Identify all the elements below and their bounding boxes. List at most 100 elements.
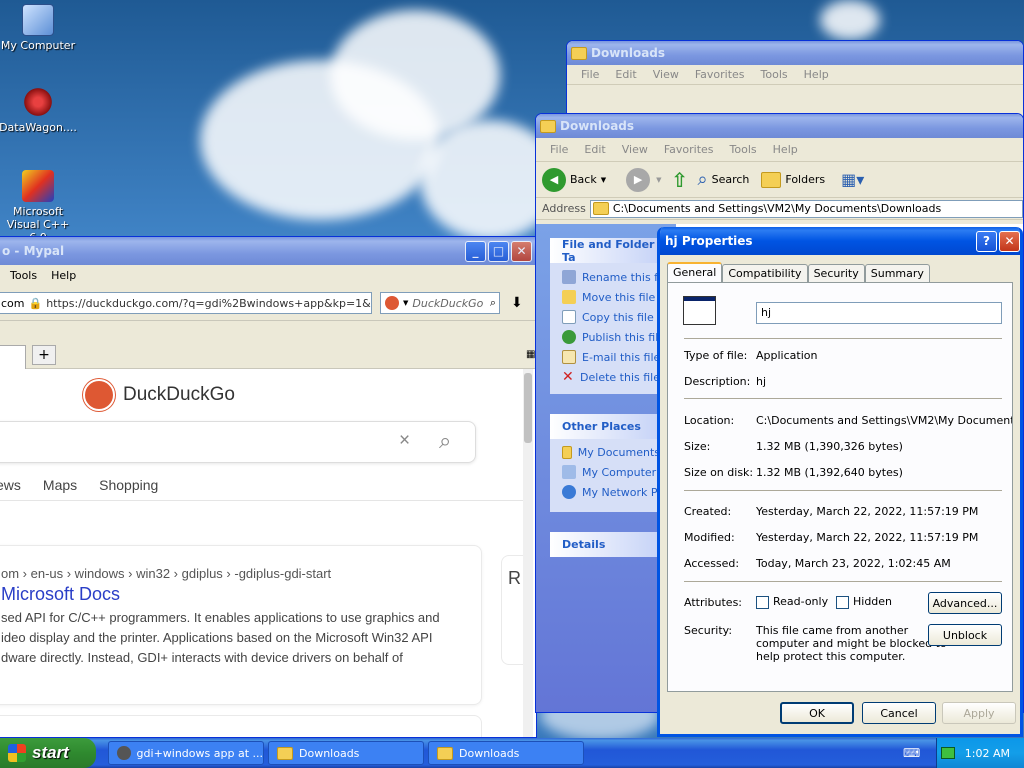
tab-shopping[interactable]: Shopping bbox=[99, 477, 158, 493]
publish-web-icon bbox=[562, 330, 576, 344]
menu-edit[interactable]: Edit bbox=[576, 143, 613, 156]
search-icon[interactable]: ⌕ bbox=[439, 428, 451, 454]
close-button[interactable]: ✕ bbox=[511, 240, 532, 262]
menu-tools[interactable]: Tools bbox=[722, 143, 765, 156]
menu-edit[interactable]: Edit bbox=[607, 68, 644, 81]
forward-button[interactable]: ▶ bbox=[626, 167, 651, 192]
tab-strip: + ▦ bbox=[0, 321, 536, 369]
download-icon[interactable]: ⬇ bbox=[511, 295, 523, 311]
search-label: Search bbox=[711, 173, 750, 186]
task-pane: File and Folder Ta Rename this file Move… bbox=[536, 224, 676, 712]
tab-compatibility[interactable]: Compatibility bbox=[722, 264, 808, 282]
menu-tools[interactable]: Tools bbox=[753, 68, 796, 81]
menu-tools[interactable]: Tools bbox=[10, 269, 37, 282]
start-button[interactable]: start bbox=[0, 738, 96, 768]
clear-icon[interactable]: × bbox=[399, 430, 410, 452]
group-title[interactable]: Other Places bbox=[550, 414, 660, 439]
titlebar[interactable]: hj Properties ? ✕ bbox=[660, 227, 1020, 255]
url-text: https://duckduckgo.com/?q=gdi%2Bwindows+… bbox=[46, 296, 371, 310]
menu-file[interactable]: File bbox=[573, 68, 607, 81]
duckduckgo-icon bbox=[385, 296, 399, 310]
address-input[interactable]: C:\Documents and Settings\VM2\My Documen… bbox=[589, 199, 1023, 218]
folders-label: Folders bbox=[785, 173, 826, 186]
titlebar[interactable]: o - Mypal _ □ ✕ bbox=[0, 237, 536, 265]
back-button[interactable]: ◀ Back ▼ bbox=[542, 167, 606, 192]
menu-help[interactable]: Help bbox=[51, 269, 76, 282]
views-icon[interactable]: ▦▾ bbox=[841, 170, 864, 189]
menu-view[interactable]: View bbox=[614, 143, 656, 156]
help-button[interactable]: ? bbox=[976, 230, 997, 252]
task-email[interactable]: E-mail this file bbox=[550, 347, 660, 367]
group-title[interactable]: Details bbox=[550, 532, 660, 557]
place-my-documents[interactable]: My Documents bbox=[550, 442, 660, 462]
folders-button[interactable]: Folders bbox=[761, 171, 826, 188]
network-tray-icon[interactable] bbox=[940, 747, 955, 759]
desktop-icon-my-computer[interactable]: My Computer bbox=[0, 4, 78, 52]
browser-window[interactable]: o - Mypal _ □ ✕ Tools Help com 🔒 https:/… bbox=[0, 236, 537, 738]
search-box[interactable]: ▼ DuckDuckGo ⌕ bbox=[380, 292, 500, 314]
duckduckgo-logo[interactable]: DuckDuckGo bbox=[83, 379, 235, 411]
taskbar-item-downloads-2[interactable]: Downloads bbox=[428, 741, 584, 765]
desktop-icon-visual-cpp[interactable]: Microsoft Visual C++ 6.0 bbox=[0, 170, 78, 244]
result-title[interactable]: Microsoft Docs bbox=[1, 584, 120, 605]
new-tab-button[interactable]: + bbox=[32, 345, 56, 365]
tab-maps[interactable]: Maps bbox=[43, 477, 77, 493]
hidden-label: Hidden bbox=[853, 595, 893, 608]
close-button[interactable]: ✕ bbox=[999, 230, 1020, 252]
task-rename[interactable]: Rename this file bbox=[550, 267, 671, 287]
desktop-icon-datawagon[interactable]: DataWagon.... bbox=[0, 86, 78, 134]
file-name-input[interactable]: hj bbox=[756, 302, 1002, 324]
maximize-button[interactable]: □ bbox=[488, 240, 509, 262]
keyboard-icon[interactable]: ⌨ bbox=[903, 746, 920, 760]
readonly-checkbox[interactable]: Read-only bbox=[756, 595, 828, 609]
checkbox-box[interactable] bbox=[836, 595, 849, 609]
place-my-computer[interactable]: My Computer bbox=[550, 462, 660, 482]
chevron-down-icon: ▼ bbox=[656, 175, 662, 184]
tab-general[interactable]: General bbox=[667, 262, 723, 283]
created-label: Created: bbox=[684, 505, 732, 518]
scrollbar-thumb[interactable] bbox=[524, 373, 532, 443]
apply-button[interactable]: Apply bbox=[942, 702, 1016, 724]
place-label: My Computer bbox=[582, 465, 657, 479]
task-move[interactable]: Move this file bbox=[550, 287, 660, 307]
task-publish[interactable]: Publish this file bbox=[550, 327, 665, 347]
menu-favorites[interactable]: Favorites bbox=[687, 68, 753, 81]
hidden-checkbox[interactable]: Hidden bbox=[836, 595, 892, 609]
security-text-line: help protect this computer. bbox=[756, 650, 906, 663]
taskbar-item-downloads-1[interactable]: Downloads bbox=[268, 741, 424, 765]
task-delete[interactable]: ✕ Delete this file bbox=[550, 367, 660, 387]
unblock-button[interactable]: Unblock bbox=[928, 624, 1002, 646]
tab-news[interactable]: ews bbox=[0, 477, 21, 493]
search-icon[interactable]: ⌕ bbox=[490, 296, 499, 310]
advanced-button[interactable]: Advanced... bbox=[928, 592, 1002, 614]
task-copy[interactable]: Copy this file bbox=[550, 307, 660, 327]
tab-security[interactable]: Security bbox=[807, 264, 865, 282]
titlebar[interactable]: Downloads bbox=[536, 114, 1023, 138]
up-folder-icon[interactable]: ⇧ bbox=[668, 168, 692, 192]
taskbar-item-browser[interactable]: gdi+windows app at ... bbox=[108, 741, 264, 765]
url-bar[interactable]: com 🔒 https://duckduckgo.com/?q=gdi%2Bwi… bbox=[0, 292, 372, 314]
minimize-button[interactable]: _ bbox=[465, 240, 486, 262]
titlebar[interactable]: Downloads bbox=[567, 41, 1023, 65]
tab-summary[interactable]: Summary bbox=[864, 264, 930, 282]
menu-help[interactable]: Help bbox=[765, 143, 806, 156]
scrollbar[interactable] bbox=[523, 369, 533, 737]
group-title[interactable]: File and Folder Ta bbox=[550, 238, 660, 264]
copy-icon bbox=[562, 310, 576, 324]
cancel-button[interactable]: Cancel bbox=[862, 702, 936, 724]
menu-view[interactable]: View bbox=[645, 68, 687, 81]
search-input[interactable]: × ⌕ bbox=[0, 421, 476, 463]
ok-button[interactable]: OK bbox=[780, 702, 854, 724]
properties-dialog[interactable]: hj Properties ? ✕ General Compatibility … bbox=[657, 227, 1023, 737]
place-my-network[interactable]: My Network Pla bbox=[550, 482, 667, 502]
browser-tab[interactable] bbox=[0, 345, 26, 369]
search-button[interactable]: ⌕ Search bbox=[698, 169, 750, 190]
menu-favorites[interactable]: Favorites bbox=[656, 143, 722, 156]
size-value: 1.32 MB (1,390,326 bytes) bbox=[756, 440, 903, 453]
menu-file[interactable]: File bbox=[542, 143, 576, 156]
result-breadcrumb[interactable]: om › en-us › windows › win32 › gdiplus ›… bbox=[1, 566, 331, 581]
checkbox-box[interactable] bbox=[756, 595, 769, 609]
clock[interactable]: 1:02 AM bbox=[965, 747, 1010, 760]
security-text-line: computer and might be blocked to bbox=[756, 637, 947, 650]
menu-help[interactable]: Help bbox=[796, 68, 837, 81]
